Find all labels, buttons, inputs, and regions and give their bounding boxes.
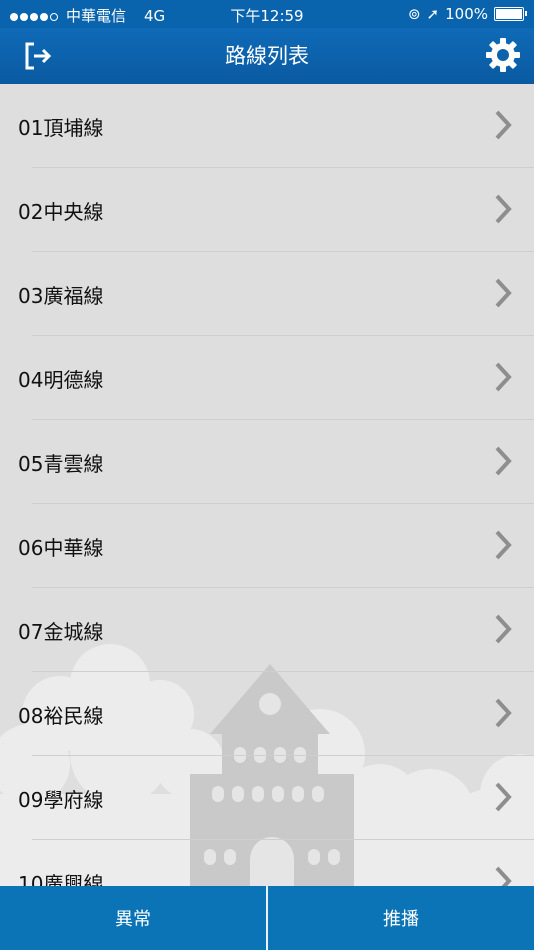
gear-icon	[486, 38, 520, 72]
route-label: 03廣福線	[18, 284, 104, 308]
route-row[interactable]: 02中央線	[0, 168, 534, 252]
route-row[interactable]: 09學府線	[0, 756, 534, 840]
chevron-right-icon	[495, 866, 512, 886]
bottom-tab-bar: 異常 推播	[0, 886, 534, 950]
tab-push[interactable]: 推播	[268, 886, 534, 950]
route-label: 09學府線	[18, 788, 104, 812]
page-title: 路線列表	[225, 44, 309, 68]
route-label: 07金城線	[18, 620, 104, 644]
route-label: 05青雲線	[18, 452, 104, 476]
route-row[interactable]: 06中華線	[0, 504, 534, 588]
chevron-right-icon	[495, 194, 512, 224]
route-row[interactable]: 03廣福線	[0, 252, 534, 336]
route-label: 01頂埔線	[18, 116, 104, 140]
chevron-right-icon	[495, 110, 512, 140]
route-label: 02中央線	[18, 200, 104, 224]
chevron-right-icon	[495, 782, 512, 812]
route-row[interactable]: 04明德線	[0, 336, 534, 420]
status-right: ⊚ ➚ 100%	[407, 5, 527, 23]
route-row[interactable]: 10廣興線	[0, 840, 534, 886]
battery-icon	[494, 7, 527, 21]
route-row[interactable]: 08裕民線	[0, 672, 534, 756]
battery-percent: 100%	[445, 5, 488, 23]
route-label: 06中華線	[18, 536, 104, 560]
route-label: 04明德線	[18, 368, 104, 392]
navigation-bar: 路線列表	[0, 28, 534, 84]
route-row[interactable]: 05青雲線	[0, 420, 534, 504]
route-list[interactable]: 01頂埔線 02中央線 03廣福線 04明德線 05青雲線 06中華線 07金城…	[0, 84, 534, 886]
chevron-right-icon	[495, 362, 512, 392]
route-label: 08裕民線	[18, 704, 104, 728]
tab-abnormal[interactable]: 異常	[0, 886, 266, 950]
rotation-lock-icon: ⊚	[407, 5, 421, 23]
location-icon: ➚	[426, 5, 440, 23]
chevron-right-icon	[495, 698, 512, 728]
chevron-right-icon	[495, 530, 512, 560]
status-bar: 中華電信 4G 下午12:59 ⊚ ➚ 100%	[0, 0, 534, 28]
route-row[interactable]: 01頂埔線	[0, 84, 534, 168]
route-row[interactable]: 07金城線	[0, 588, 534, 672]
chevron-right-icon	[495, 278, 512, 308]
route-label: 10廣興線	[18, 872, 104, 886]
settings-button[interactable]	[484, 36, 522, 74]
chevron-right-icon	[495, 446, 512, 476]
chevron-right-icon	[495, 614, 512, 644]
